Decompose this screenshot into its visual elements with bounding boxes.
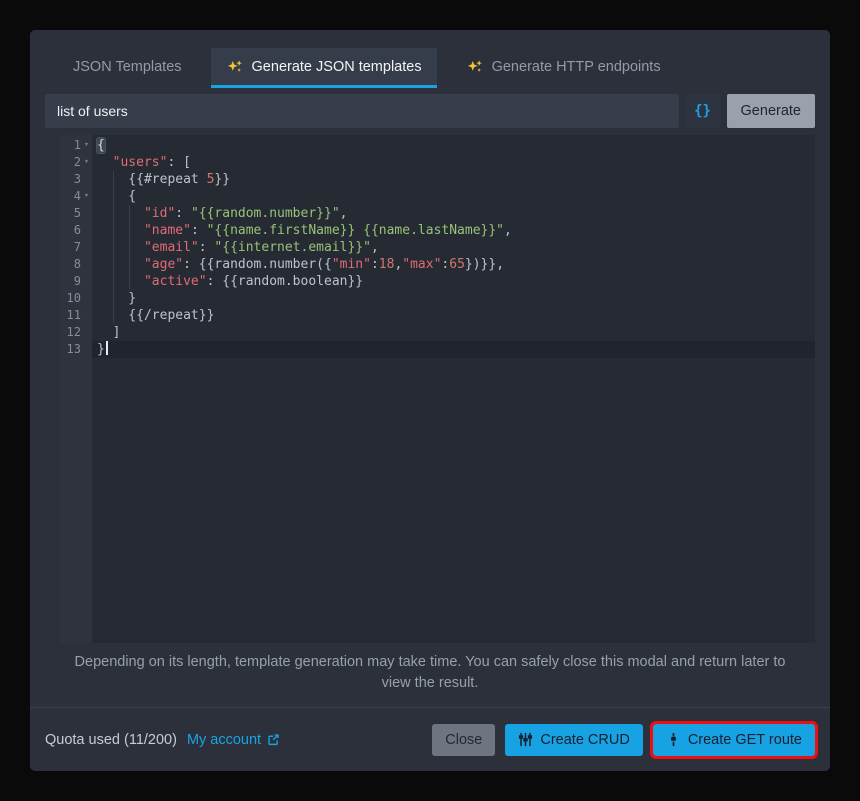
code-editor[interactable]: 1▾{2▾ "users": [3 {{#repeat 5}}4▾ {5 "id…: [60, 135, 815, 643]
line-gutter: 12: [60, 324, 92, 341]
code-text: }: [92, 341, 815, 358]
code-line[interactable]: 13}: [60, 341, 815, 358]
tab-generate-json-templates[interactable]: Generate JSON templates: [211, 48, 437, 88]
create-crud-button[interactable]: Create CRUD: [505, 724, 642, 756]
modal-footer: Quota used (11/200) My account Close: [30, 707, 830, 771]
tab-generate-http-endpoints[interactable]: Generate HTTP endpoints: [451, 48, 676, 88]
line-number: 8: [74, 256, 81, 273]
code-text: }: [92, 290, 815, 307]
code-line[interactable]: 9 "active": {{random.boolean}}: [60, 273, 815, 290]
code-line[interactable]: 3 {{#repeat 5}}: [60, 171, 815, 188]
code-line[interactable]: 4▾ {: [60, 188, 815, 205]
line-number: 2: [74, 154, 81, 171]
line-gutter: 1▾: [60, 137, 92, 154]
code-text: "name": "{{name.firstName}} {{name.lastN…: [92, 222, 815, 239]
line-number: 9: [74, 273, 81, 290]
sliders-icon: [518, 732, 533, 747]
create-get-route-label: Create GET route: [688, 732, 802, 748]
create-get-route-button[interactable]: Create GET route: [653, 724, 815, 756]
line-number: 6: [74, 222, 81, 239]
quota-text: Quota used (11/200): [45, 732, 177, 748]
generate-button[interactable]: Generate: [727, 94, 815, 128]
fold-arrow-icon[interactable]: ▾: [81, 137, 92, 154]
sparkles-icon: [226, 58, 244, 76]
tab-json-templates[interactable]: JSON Templates: [58, 48, 197, 88]
create-crud-label: Create CRUD: [540, 732, 629, 748]
line-number: 3: [74, 171, 81, 188]
footer-left: Quota used (11/200) My account: [45, 732, 280, 748]
code-line[interactable]: 11 {{/repeat}}: [60, 307, 815, 324]
braces-icon-button[interactable]: {}: [685, 94, 721, 128]
line-number: 13: [67, 341, 81, 358]
fold-arrow-icon[interactable]: ▾: [81, 154, 92, 171]
line-number: 11: [67, 307, 81, 324]
code-line[interactable]: 8 "age": {{random.number({"min":18,"max"…: [60, 256, 815, 273]
my-account-link[interactable]: My account: [187, 732, 280, 748]
line-number: 12: [67, 324, 81, 341]
my-account-label: My account: [187, 732, 261, 748]
code-line[interactable]: 7 "email": "{{internet.email}}",: [60, 239, 815, 256]
code-text: ]: [92, 324, 815, 341]
code-text: {{#repeat 5}}: [92, 171, 815, 188]
line-number: 1: [74, 137, 81, 154]
line-gutter: 11: [60, 307, 92, 324]
line-gutter: 4▾: [60, 188, 92, 205]
code-line[interactable]: 12 ]: [60, 324, 815, 341]
line-gutter: 9: [60, 273, 92, 290]
code-text: "email": "{{internet.email}}",: [92, 239, 815, 256]
code-text: "users": [: [92, 154, 815, 171]
generate-templates-modal: JSON Templates Generate JSON templates G…: [30, 30, 830, 771]
code-line[interactable]: 6 "name": "{{name.firstName}} {{name.las…: [60, 222, 815, 239]
code-text: "active": {{random.boolean}}: [92, 273, 815, 290]
tab-label: Generate JSON templates: [252, 59, 422, 75]
prompt-row: {} Generate: [30, 88, 830, 128]
code-line[interactable]: 5 "id": "{{random.number}}",: [60, 205, 815, 222]
line-gutter: 7: [60, 239, 92, 256]
line-gutter: 10: [60, 290, 92, 307]
code-line[interactable]: 10 }: [60, 290, 815, 307]
line-number: 7: [74, 239, 81, 256]
line-gutter: 3: [60, 171, 92, 188]
line-number: 5: [74, 205, 81, 222]
prompt-input[interactable]: [45, 94, 679, 128]
external-link-icon: [267, 733, 280, 746]
line-gutter: 13: [60, 341, 92, 358]
line-gutter: 6: [60, 222, 92, 239]
code-line[interactable]: 1▾{: [60, 137, 815, 154]
line-gutter: 2▾: [60, 154, 92, 171]
footer-right: Close Create CRUD Create GET: [432, 724, 815, 756]
route-slider-icon: [666, 732, 681, 747]
close-button[interactable]: Close: [432, 724, 495, 756]
code-line[interactable]: 2▾ "users": [: [60, 154, 815, 171]
generation-note: Depending on its length, template genera…: [70, 652, 790, 694]
code-text: "age": {{random.number({"min":18,"max":6…: [92, 256, 815, 273]
code-text: "id": "{{random.number}}",: [92, 205, 815, 222]
code-text: {: [92, 188, 815, 205]
code-lines: 1▾{2▾ "users": [3 {{#repeat 5}}4▾ {5 "id…: [60, 137, 815, 358]
tab-label: JSON Templates: [73, 59, 182, 75]
tab-label: Generate HTTP endpoints: [492, 59, 661, 75]
tab-bar: JSON Templates Generate JSON templates G…: [30, 30, 830, 88]
line-gutter: 8: [60, 256, 92, 273]
line-number: 10: [67, 290, 81, 307]
line-gutter: 5: [60, 205, 92, 222]
sparkles-icon: [466, 58, 484, 76]
line-number: 4: [74, 188, 81, 205]
text-cursor: [106, 341, 108, 355]
fold-arrow-icon[interactable]: ▾: [81, 188, 92, 205]
code-text: {{/repeat}}: [92, 307, 815, 324]
code-text: {: [92, 137, 815, 154]
